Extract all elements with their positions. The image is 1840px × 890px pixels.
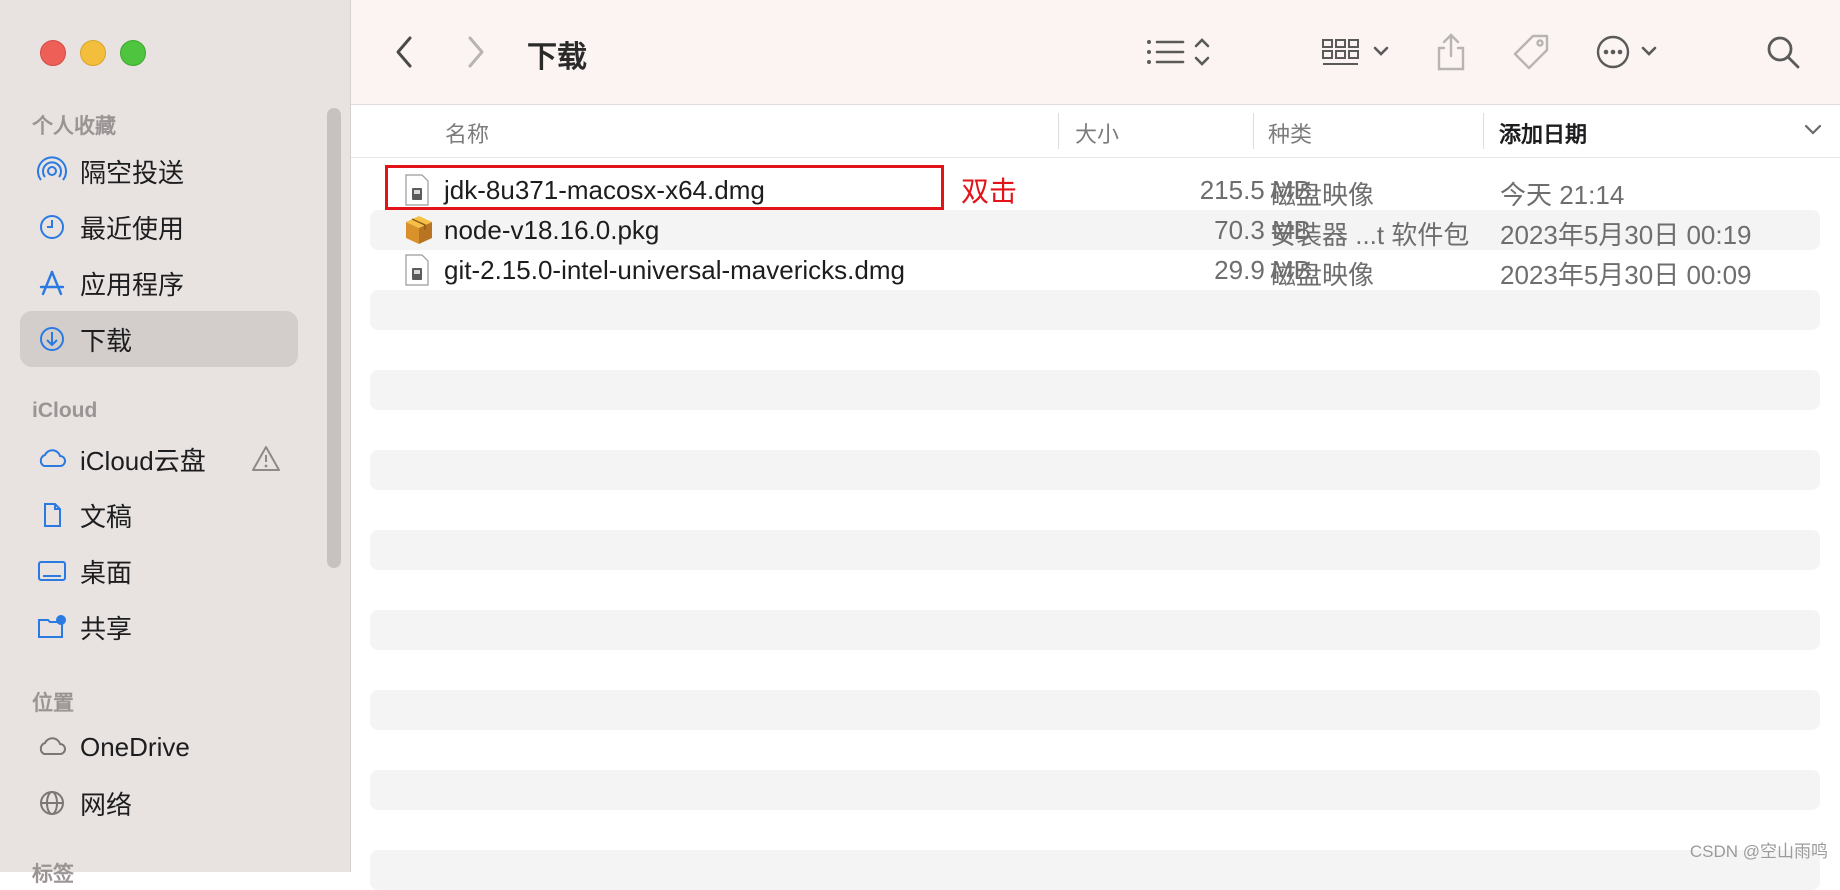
file-kind: 磁盘映像 [1270, 260, 1375, 290]
zoom-window-button[interactable] [120, 40, 146, 66]
column-divider[interactable] [1058, 113, 1059, 149]
more-ellipsis-icon [1596, 35, 1657, 69]
sidebar-item-airdrop[interactable]: 隔空投送 [20, 143, 298, 199]
back-button[interactable] [389, 30, 421, 74]
empty-row [370, 290, 1820, 330]
sidebar-item-label: 桌面 [80, 557, 133, 588]
highlight-box [385, 165, 944, 210]
sidebar-item-label: 隔空投送 [80, 157, 185, 188]
section-title-icloud: iCloud [32, 399, 98, 422]
list-view-icon [1147, 38, 1210, 66]
column-divider[interactable] [1253, 113, 1254, 149]
column-header-kind[interactable]: 种类 [1268, 117, 1312, 149]
share-button[interactable] [1431, 30, 1471, 74]
desktop-icon [36, 555, 68, 587]
grid-group-icon [1322, 39, 1389, 65]
applications-icon [36, 267, 68, 299]
forward-button[interactable] [459, 30, 491, 74]
annotation-double-click: 双击 [961, 176, 1018, 207]
sidebar-item-shared[interactable]: 共享 [20, 599, 298, 655]
empty-row [370, 770, 1820, 810]
sidebar-item-label: 下载 [80, 325, 133, 356]
search-icon [1767, 36, 1800, 69]
empty-row [370, 690, 1820, 730]
sidebar-item-label: 网络 [80, 789, 133, 820]
section-title-favorites: 个人收藏 [32, 115, 116, 138]
sidebar-item-applications[interactable]: 应用程序 [20, 255, 298, 311]
column-header-size[interactable]: 大小 [1075, 117, 1119, 149]
file-name: node-v18.16.0.pkg [444, 215, 660, 245]
window-title: 下载 [527, 41, 587, 74]
airdrop-icon [36, 155, 68, 187]
file-row[interactable]: git-2.15.0-intel-universal-mavericks.dmg… [370, 250, 1820, 290]
download-icon [36, 323, 68, 355]
sidebar-scrollbar[interactable] [327, 108, 341, 568]
column-header-name[interactable]: 名称 [445, 117, 489, 149]
share-icon [1437, 33, 1465, 71]
sidebar-item-label: iCloud云盘 [80, 445, 206, 476]
document-icon [36, 499, 68, 531]
group-button[interactable] [1319, 30, 1399, 74]
empty-row [370, 370, 1820, 410]
shared-folder-icon [36, 611, 68, 643]
file-date-added: 今天 21:14 [1500, 180, 1625, 210]
sidebar-item-onedrive[interactable]: OneDrive [20, 719, 298, 775]
more-actions-button[interactable] [1593, 30, 1673, 74]
empty-row [370, 850, 1820, 890]
chevron-left-icon [396, 36, 412, 68]
tag-button[interactable] [1509, 30, 1553, 74]
toolbar: 下载 [351, 0, 1840, 105]
file-kind: 磁盘映像 [1270, 180, 1375, 210]
disk-image-icon [404, 254, 430, 286]
column-header-bar: 名称 大小 种类 添加日期 [351, 105, 1840, 158]
sidebar: 个人收藏 隔空投送 最近使用 应用程序 下载 iCloud iCloud云盘 文… [0, 0, 351, 886]
search-button[interactable] [1763, 30, 1803, 74]
sidebar-item-label: 文稿 [80, 501, 133, 532]
tag-icon [1513, 34, 1549, 70]
sidebar-item-desktop[interactable]: 桌面 [20, 543, 298, 599]
sidebar-item-label: 共享 [80, 613, 133, 644]
section-title-tags: 标签 [32, 863, 74, 886]
package-icon [404, 214, 432, 246]
warning-icon[interactable] [250, 443, 282, 475]
empty-row [370, 450, 1820, 490]
column-divider[interactable] [1483, 113, 1484, 149]
sidebar-item-label: OneDrive [80, 731, 190, 762]
clock-icon [36, 211, 68, 243]
empty-row [370, 610, 1820, 650]
file-kind: 安装器 ...t 软件包 [1270, 220, 1470, 250]
list-view-button[interactable] [1141, 30, 1221, 74]
chevron-right-icon [468, 36, 484, 68]
sidebar-item-icloud-drive[interactable]: iCloud云盘 [20, 431, 298, 487]
section-title-locations: 位置 [32, 692, 74, 715]
file-date-added: 2023年5月30日 00:09 [1500, 260, 1752, 290]
file-row[interactable]: node-v18.16.0.pkg 70.3 MB 安装器 ...t 软件包 2… [370, 210, 1820, 250]
minimize-window-button[interactable] [80, 40, 106, 66]
network-globe-icon [36, 787, 68, 819]
close-window-button[interactable] [40, 40, 66, 66]
cloud-icon [36, 443, 68, 475]
sidebar-item-documents[interactable]: 文稿 [20, 487, 298, 543]
sidebar-item-network[interactable]: 网络 [20, 775, 298, 831]
sidebar-item-downloads[interactable]: 下载 [20, 311, 298, 367]
column-header-date-added[interactable]: 添加日期 [1499, 117, 1587, 149]
sidebar-item-recents[interactable]: 最近使用 [20, 199, 298, 255]
cloud-icon [36, 731, 68, 763]
empty-row [370, 530, 1820, 570]
sort-chevron-down-icon[interactable] [1803, 121, 1823, 142]
sidebar-item-label: 应用程序 [80, 269, 185, 300]
file-name: git-2.15.0-intel-universal-mavericks.dmg [444, 255, 905, 285]
file-date-added: 2023年5月30日 00:19 [1500, 220, 1752, 250]
sidebar-item-label: 最近使用 [80, 213, 185, 244]
watermark: CSDN @空山雨鸣 [1689, 842, 1828, 861]
